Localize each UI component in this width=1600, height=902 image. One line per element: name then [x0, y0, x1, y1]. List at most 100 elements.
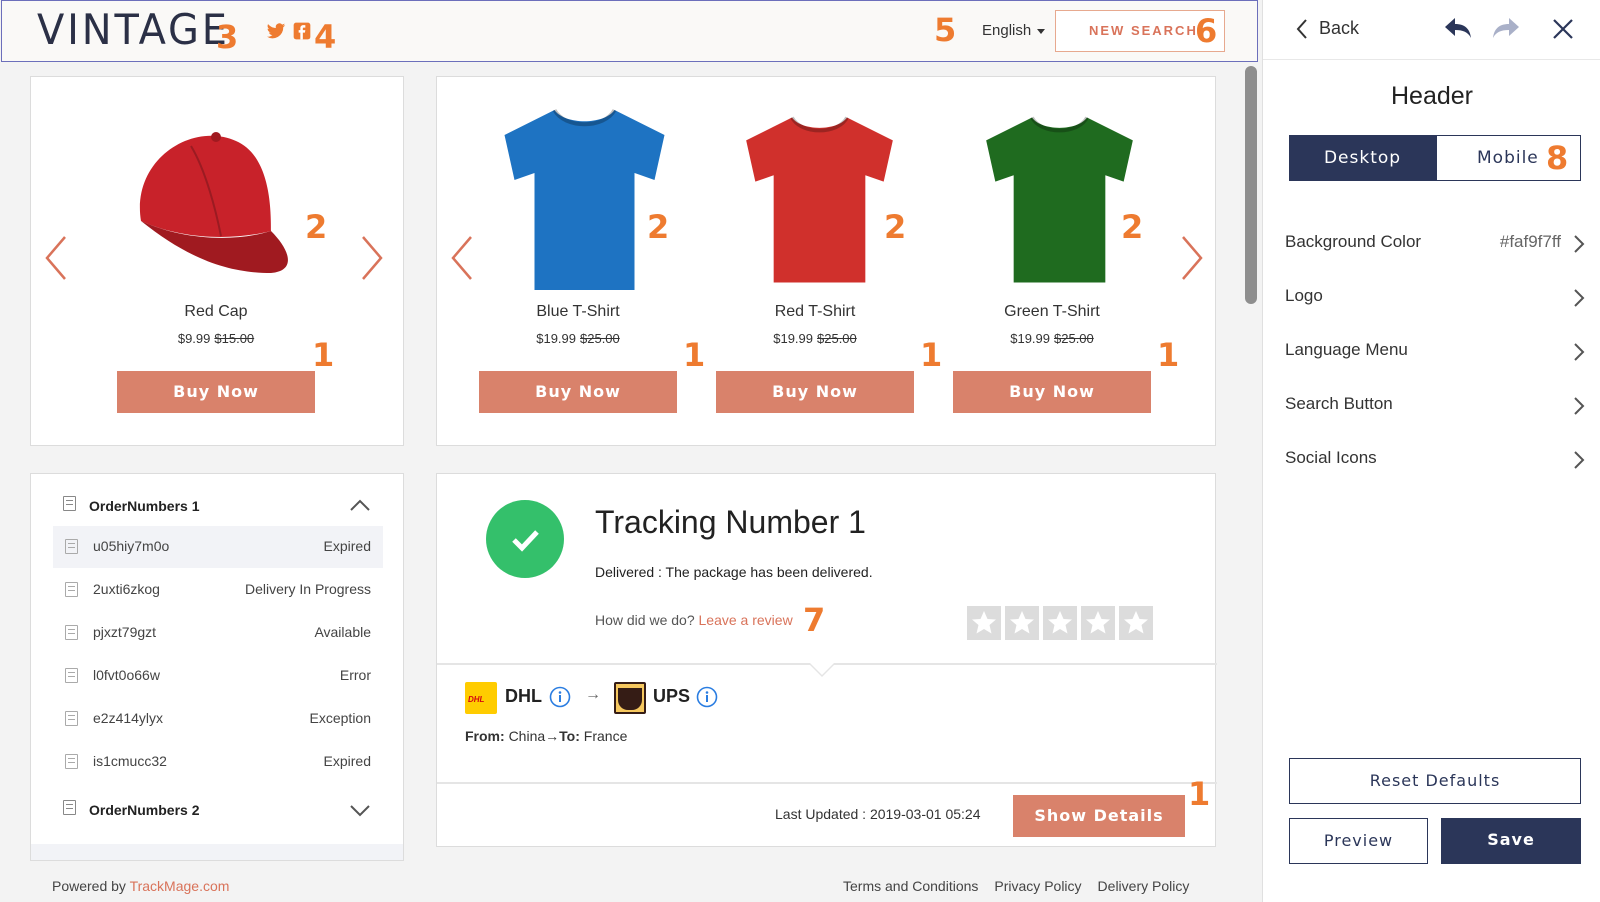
star-icon[interactable] [1081, 606, 1115, 640]
annotation-number: 4 [314, 18, 337, 56]
carousel-prev-icon[interactable] [449, 233, 479, 283]
dhl-logo: DHL [465, 682, 497, 714]
order-status: Delivery In Progress [244, 581, 371, 597]
product-name[interactable]: Red Cap [111, 303, 321, 321]
setting-row[interactable]: Search Button [1285, 394, 1585, 420]
chevron-right-icon[interactable] [1573, 396, 1585, 416]
annotation-number: 2 [1121, 208, 1144, 246]
tracking-card: Tracking Number 1 Delivered : The packag… [436, 473, 1217, 847]
order-row[interactable]: u05hiy7m0o Expired [53, 526, 383, 568]
show-details-button[interactable]: Show Details [1013, 795, 1185, 837]
t-shirt-image[interactable] [737, 105, 902, 295]
price-old: $25.00 [1054, 331, 1094, 346]
close-icon[interactable] [1552, 18, 1574, 40]
chevron-left-icon[interactable] [1295, 18, 1309, 40]
settings-panel: Back Header Desktop Mobile 8 Background … [1262, 0, 1600, 902]
order-row[interactable]: is1cmucc32 Expired [53, 741, 383, 783]
t-shirt-image[interactable] [492, 105, 677, 295]
chevron-up-icon[interactable] [349, 498, 371, 512]
order-status: Available [314, 624, 371, 640]
setting-row[interactable]: Background Color #faf9f7ff [1285, 232, 1585, 258]
setting-row[interactable]: Language Menu [1285, 340, 1585, 366]
buy-now-button[interactable]: Buy Now [117, 371, 315, 413]
reset-defaults-button[interactable]: Reset Defaults [1289, 758, 1581, 804]
buy-now-button[interactable]: Buy Now [953, 371, 1151, 413]
carousel-next-icon[interactable] [1175, 233, 1205, 283]
order-group-title[interactable]: OrderNumbers 1 [89, 498, 199, 514]
price-current: $19.99 [773, 331, 813, 346]
product-name[interactable]: Red T-Shirt [716, 303, 914, 321]
delivery-policy-link[interactable]: Delivery Policy [1098, 878, 1190, 894]
order-row[interactable]: pjxzt79gzt Available [53, 612, 383, 654]
star-icon[interactable] [1119, 606, 1153, 640]
info-icon[interactable] [549, 686, 571, 708]
order-group-title[interactable]: OrderNumbers 2 [89, 802, 199, 818]
product-price: $19.99 $25.00 [479, 331, 677, 346]
star-icon[interactable] [1005, 606, 1039, 640]
star-icon[interactable] [1043, 606, 1077, 640]
order-status: Expired [323, 538, 371, 554]
undo-icon[interactable] [1443, 16, 1473, 40]
divider [1263, 59, 1600, 60]
logo[interactable]: VINTAGE [37, 5, 230, 54]
annotation-number: 1 [1188, 775, 1211, 813]
preview-button[interactable]: Preview [1289, 818, 1428, 864]
annotation-number: 1 [920, 336, 943, 374]
setting-label: Background Color [1285, 232, 1422, 251]
redo-icon[interactable] [1491, 16, 1521, 40]
product-price: $9.99 $15.00 [111, 331, 321, 346]
twitter-icon[interactable] [266, 21, 286, 41]
review-question: How did we do? [595, 612, 695, 628]
facebook-icon[interactable] [292, 21, 312, 41]
chevron-right-icon[interactable] [1573, 450, 1585, 470]
chevron-right-icon[interactable] [1573, 234, 1585, 254]
price-current: $9.99 [177, 331, 211, 346]
carousel-prev-icon[interactable] [43, 233, 73, 283]
tab-mobile-label: Mobile [1477, 148, 1539, 168]
carousel-next-icon[interactable] [355, 233, 385, 283]
powered-by: Powered by TrackMage.com [52, 878, 229, 894]
product-name[interactable]: Green T-Shirt [953, 303, 1151, 321]
package-icon [65, 754, 78, 769]
setting-value: #faf9f7ff [1499, 232, 1561, 251]
order-row[interactable]: 2uxti6zkog Delivery In Progress [53, 569, 383, 611]
scrollbar[interactable] [1245, 66, 1257, 304]
divider [437, 782, 1217, 784]
buy-now-button[interactable]: Buy Now [479, 371, 677, 413]
star-icon[interactable] [967, 606, 1001, 640]
product-price: $19.99 $25.00 [716, 331, 914, 346]
order-code: pjxzt79gzt [93, 624, 157, 640]
setting-label: Search Button [1285, 394, 1393, 413]
order-row[interactable]: l0fvt0o66w Error [53, 655, 383, 697]
chevron-right-icon[interactable] [1573, 288, 1585, 308]
t-shirt-image[interactable] [977, 105, 1142, 295]
annotation-number: 1 [312, 336, 335, 374]
trackmage-link[interactable]: TrackMage.com [130, 878, 230, 894]
document-icon [63, 496, 76, 511]
back-link[interactable]: Back [1319, 18, 1359, 39]
review-prompt: How did we do? Leave a review [595, 612, 793, 628]
annotation-number: 7 [803, 601, 826, 639]
save-button[interactable]: Save [1441, 818, 1581, 864]
chevron-right-icon[interactable] [1573, 342, 1585, 362]
info-icon[interactable] [696, 686, 718, 708]
annotation-number: 1 [683, 336, 706, 374]
buy-now-button[interactable]: Buy Now [716, 371, 914, 413]
product-info: Green T-Shirt $19.99 $25.00 [953, 303, 1151, 346]
star-rating[interactable] [967, 606, 1157, 642]
leave-review-link[interactable]: Leave a review [699, 612, 793, 628]
language-label: English [982, 22, 1032, 39]
product-name[interactable]: Blue T-Shirt [479, 303, 677, 321]
chevron-down-icon[interactable] [349, 804, 371, 818]
setting-row[interactable]: Logo [1285, 286, 1585, 312]
order-list-card: OrderNumbers 1 u05hiy7m0o Expired 2uxti6zk… [30, 473, 404, 861]
privacy-link[interactable]: Privacy Policy [994, 878, 1081, 894]
setting-row[interactable]: Social Icons [1285, 448, 1585, 474]
price-old: $15.00 [214, 331, 255, 346]
red-cap-image[interactable] [121, 121, 301, 281]
tab-desktop[interactable]: Desktop [1289, 135, 1436, 181]
terms-link[interactable]: Terms and Conditions [843, 878, 978, 894]
language-dropdown[interactable]: English [982, 22, 1046, 39]
product-card-carousel: 2 Blue T-Shirt $19.99 $25.00 1 Buy Now 2 Red T-… [436, 76, 1216, 446]
order-row[interactable]: e2z414ylyx Exception [53, 698, 383, 740]
